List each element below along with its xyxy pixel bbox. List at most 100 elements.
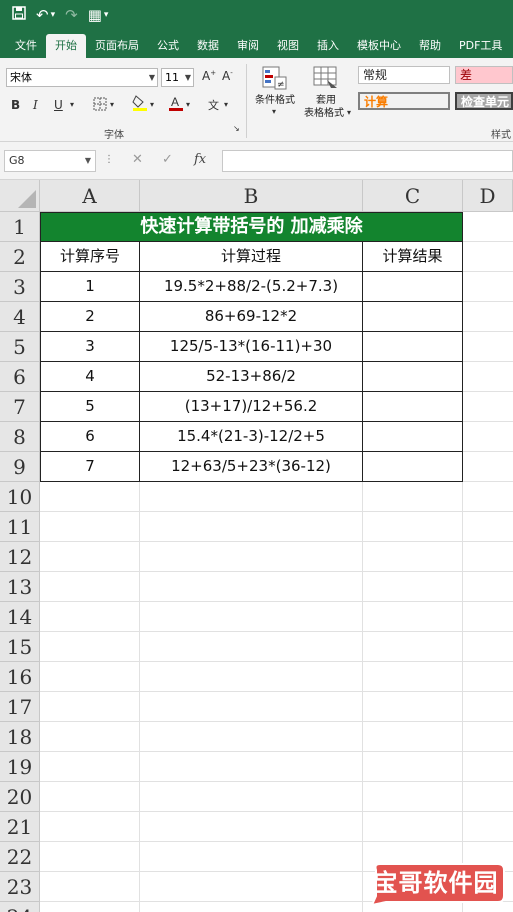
formula-input[interactable] (222, 150, 513, 172)
fill-color-dropdown-icon[interactable]: ▾ (150, 100, 154, 109)
seq-cell[interactable]: 6 (40, 422, 140, 452)
result-cell[interactable] (363, 422, 463, 452)
chevron-down-icon[interactable]: ▾ (347, 108, 351, 117)
row-header-23[interactable]: 23 (0, 872, 40, 902)
fill-color-icon[interactable] (132, 94, 148, 115)
cancel-entry-icon[interactable]: ✕ (132, 152, 143, 167)
tab-formulas[interactable]: 公式 (148, 34, 188, 58)
column-header-b[interactable]: B (140, 180, 363, 212)
row-header-12[interactable]: 12 (0, 542, 40, 572)
result-cell[interactable] (363, 452, 463, 482)
style-bad[interactable]: 差 (455, 66, 513, 84)
expression-cell[interactable]: 15.4*(21-3)-12/2+5 (140, 422, 363, 452)
seq-cell[interactable]: 4 (40, 362, 140, 392)
row-header-9[interactable]: 9 (0, 452, 40, 482)
seq-cell[interactable]: 5 (40, 392, 140, 422)
tab-data[interactable]: 数据 (188, 34, 228, 58)
seq-cell[interactable]: 7 (40, 452, 140, 482)
format-as-table-label-1[interactable]: 套用 (300, 94, 352, 107)
borders-dropdown-icon[interactable]: ▾ (110, 100, 114, 109)
row-header-11[interactable]: 11 (0, 512, 40, 542)
row-header-7[interactable]: 7 (0, 392, 40, 422)
italic-icon[interactable]: I (33, 98, 38, 112)
result-cell[interactable] (363, 332, 463, 362)
font-color-dropdown-icon[interactable]: ▾ (186, 100, 190, 109)
row-header-13[interactable]: 13 (0, 572, 40, 602)
borders-icon[interactable] (93, 97, 107, 114)
decrease-font-icon[interactable]: A- (222, 69, 233, 83)
row-header-15[interactable]: 15 (0, 632, 40, 662)
row-header-3[interactable]: 3 (0, 272, 40, 302)
phonetic-guide-icon[interactable]: 文 (208, 97, 219, 113)
font-color-icon[interactable]: A (168, 94, 184, 115)
style-check-cell[interactable]: 检查单元 (455, 92, 513, 110)
column-header-d[interactable]: D (463, 180, 513, 212)
seq-cell[interactable]: 2 (40, 302, 140, 332)
row-header-18[interactable]: 18 (0, 722, 40, 752)
expression-cell[interactable]: 19.5*2+88/2-(5.2+7.3) (140, 272, 363, 302)
conditional-formatting-label[interactable]: 条件格式 (252, 94, 298, 107)
format-as-table-icon[interactable] (313, 66, 339, 90)
insert-function-icon[interactable]: fx (194, 152, 206, 167)
expression-cell[interactable]: (13+17)/12+56.2 (140, 392, 363, 422)
result-cell[interactable] (363, 392, 463, 422)
expression-cell[interactable]: 52-13+86/2 (140, 362, 363, 392)
tab-insert[interactable]: 插入 (308, 34, 348, 58)
header-cell[interactable]: 计算序号 (40, 242, 140, 272)
row-header-10[interactable]: 10 (0, 482, 40, 512)
font-dialog-launcher-icon[interactable]: ↘ (233, 124, 240, 133)
header-cell[interactable]: 计算过程 (140, 242, 363, 272)
redo-icon[interactable]: ↷ (65, 0, 78, 30)
result-cell[interactable] (363, 302, 463, 332)
font-size-select[interactable]: 11 ▼ (161, 68, 194, 87)
seq-cell[interactable]: 1 (40, 272, 140, 302)
chevron-down-icon[interactable]: ▾ (272, 107, 276, 116)
undo-dropdown-icon[interactable]: ▾ (51, 10, 56, 20)
row-header-20[interactable]: 20 (0, 782, 40, 812)
row-header-8[interactable]: 8 (0, 422, 40, 452)
phonetic-dropdown-icon[interactable]: ▾ (224, 100, 228, 109)
customize-qat-icon[interactable]: ▾ (104, 10, 109, 20)
row-header-4[interactable]: 4 (0, 302, 40, 332)
name-box[interactable]: G8 ▼ (4, 150, 96, 172)
format-as-table-label-2[interactable]: 表格格式 (300, 107, 348, 120)
worksheet-grid[interactable]: A B C D 1 2 3 4 5 6 7 8 9 10 11 12 13 14 15 16 17 18 19 20 21 22 2… (0, 180, 513, 912)
column-header-c[interactable]: C (363, 180, 463, 212)
underline-icon[interactable]: U (54, 98, 63, 112)
underline-dropdown-icon[interactable]: ▾ (70, 100, 74, 109)
confirm-entry-icon[interactable]: ✓ (162, 152, 173, 167)
column-header-a[interactable]: A (40, 180, 140, 212)
touch-mode-icon[interactable]: ▦ (88, 0, 102, 30)
select-all-button[interactable] (0, 180, 40, 212)
title-cell[interactable]: 快速计算带括号的 加减乘除 (40, 212, 463, 242)
style-calculation[interactable]: 计算 (358, 92, 450, 110)
row-header-22[interactable]: 22 (0, 842, 40, 872)
undo-icon[interactable]: ↶ (36, 0, 49, 30)
bold-icon[interactable]: B (11, 98, 20, 112)
row-header-24[interactable]: 24 (0, 902, 40, 912)
row-header-17[interactable]: 17 (0, 692, 40, 722)
header-cell[interactable]: 计算结果 (363, 242, 463, 272)
font-name-select[interactable]: 宋体 ▼ (6, 68, 158, 87)
tab-page-layout[interactable]: 页面布局 (86, 34, 148, 58)
tab-view[interactable]: 视图 (268, 34, 308, 58)
row-header-1[interactable]: 1 (0, 212, 40, 242)
increase-font-icon[interactable]: A+ (202, 69, 216, 83)
row-header-14[interactable]: 14 (0, 602, 40, 632)
row-header-5[interactable]: 5 (0, 332, 40, 362)
expression-cell[interactable]: 86+69-12*2 (140, 302, 363, 332)
tab-review[interactable]: 审阅 (228, 34, 268, 58)
result-cell[interactable] (363, 362, 463, 392)
result-cell[interactable] (363, 272, 463, 302)
tab-file[interactable]: 文件 (6, 34, 46, 58)
conditional-formatting-icon[interactable]: ≠ (262, 66, 288, 90)
tab-template-center[interactable]: 模板中心 (348, 34, 410, 58)
expression-cell[interactable]: 12+63/5+23*(36-12) (140, 452, 363, 482)
expression-cell[interactable]: 125/5-13*(16-11)+30 (140, 332, 363, 362)
tab-help[interactable]: 帮助 (410, 34, 450, 58)
tab-home[interactable]: 开始 (46, 34, 86, 58)
row-header-19[interactable]: 19 (0, 752, 40, 782)
row-header-6[interactable]: 6 (0, 362, 40, 392)
row-header-21[interactable]: 21 (0, 812, 40, 842)
seq-cell[interactable]: 3 (40, 332, 140, 362)
